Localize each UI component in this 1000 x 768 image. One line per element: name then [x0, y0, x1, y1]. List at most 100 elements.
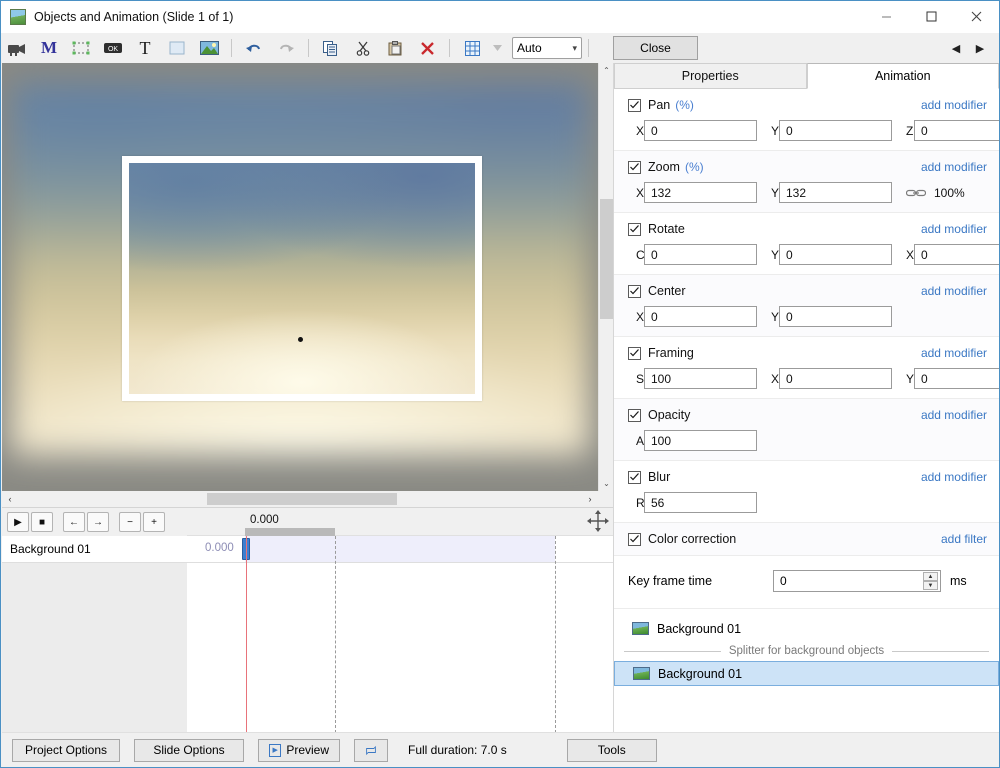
opacity-add-modifier-link[interactable]: add modifier: [921, 408, 987, 422]
opacity-a-input[interactable]: 100: [644, 430, 757, 451]
loop-button[interactable]: [354, 739, 388, 762]
undo-icon[interactable]: [239, 35, 269, 61]
zoom-in-button[interactable]: +: [143, 512, 165, 532]
scroll-left-icon[interactable]: ‹: [2, 494, 18, 504]
project-options-button[interactable]: Project Options: [12, 739, 120, 762]
zoom-y-input[interactable]: 132: [779, 182, 892, 203]
rotate-checkbox[interactable]: [628, 223, 641, 236]
canvas-vertical-scrollbar[interactable]: ⌃ ⌄: [598, 63, 613, 491]
scroll-up-icon[interactable]: ⌃: [599, 63, 614, 78]
zoom-out-button[interactable]: −: [119, 512, 141, 532]
ruler-segment: [245, 528, 335, 536]
timeline-body[interactable]: [187, 563, 613, 733]
rotate-y-input[interactable]: 0: [779, 244, 892, 265]
rotate-c-label: C: [628, 248, 644, 262]
grid-icon[interactable]: [457, 35, 487, 61]
list-item-background-01-selected[interactable]: Background 01: [614, 661, 999, 686]
property-row-center: Center add modifier X 0 Y 0: [614, 275, 999, 337]
color-correction-checkbox[interactable]: [628, 533, 641, 546]
blur-add-modifier-link[interactable]: add modifier: [921, 470, 987, 484]
timeline-keyframe-lane[interactable]: 0.000: [187, 536, 613, 563]
pan-add-modifier-link[interactable]: add modifier: [921, 98, 987, 112]
zoom-x-input[interactable]: 132: [644, 182, 757, 203]
timeline-playhead[interactable]: [246, 536, 247, 733]
close-window-button[interactable]: [954, 1, 999, 32]
preview-button[interactable]: ▶ Preview: [258, 739, 340, 762]
pan-checkbox[interactable]: [628, 99, 641, 112]
slide-canvas[interactable]: [2, 63, 598, 491]
text-object-icon[interactable]: T: [130, 35, 160, 61]
key-frame-time-input[interactable]: 0 ▲ ▼: [773, 570, 941, 592]
prev-keyframe-button[interactable]: ←: [63, 512, 85, 532]
center-y-input[interactable]: 0: [779, 306, 892, 327]
timeline-clip[interactable]: [245, 536, 555, 562]
tab-properties[interactable]: Properties: [614, 63, 807, 89]
rectangle-object-icon[interactable]: [162, 35, 192, 61]
image-object-icon[interactable]: [194, 35, 224, 61]
minimize-button[interactable]: [864, 1, 909, 32]
timeline-ruler[interactable]: 0.000: [187, 508, 613, 536]
rotate-add-modifier-link[interactable]: add modifier: [921, 222, 987, 236]
scroll-down-icon[interactable]: ⌄: [599, 476, 614, 491]
video-camera-icon[interactable]: [2, 35, 32, 61]
tools-button[interactable]: Tools: [567, 739, 657, 762]
slide-options-button[interactable]: Slide Options: [134, 739, 244, 762]
framing-s-input[interactable]: 100: [644, 368, 757, 389]
zoom-percent-label: 100%: [934, 186, 965, 200]
foreground-image-object[interactable]: [122, 156, 482, 401]
pan-y-input[interactable]: 0: [779, 120, 892, 141]
framing-y-input[interactable]: 0: [914, 368, 1000, 389]
stepper-down-icon[interactable]: ▼: [923, 581, 938, 590]
stepper-up-icon[interactable]: ▲: [923, 572, 938, 581]
pan-y-label: Y: [763, 124, 779, 138]
zoom-add-modifier-link[interactable]: add modifier: [921, 160, 987, 174]
key-frame-time-stepper[interactable]: ▲ ▼: [923, 572, 938, 590]
rotate-x-input[interactable]: 0: [914, 244, 1000, 265]
play-button[interactable]: ▶: [7, 512, 29, 532]
color-correction-label: Color correction: [648, 532, 736, 546]
tab-animation[interactable]: Animation: [807, 63, 1000, 89]
pan-x-input[interactable]: 0: [644, 120, 757, 141]
framing-add-modifier-link[interactable]: add modifier: [921, 346, 987, 360]
framing-checkbox[interactable]: [628, 347, 641, 360]
blur-r-input[interactable]: 56: [644, 492, 757, 513]
color-correction-add-filter-link[interactable]: add filter: [941, 532, 987, 546]
maximize-button[interactable]: [909, 1, 954, 32]
prev-slide-icon[interactable]: ◀: [949, 42, 963, 55]
list-item-background-01-top[interactable]: Background 01: [614, 616, 999, 641]
close-button[interactable]: Close: [613, 36, 698, 60]
selection-rect-icon[interactable]: [66, 35, 96, 61]
button-object-icon[interactable]: OK: [98, 35, 128, 61]
blur-checkbox[interactable]: [628, 471, 641, 484]
opacity-checkbox[interactable]: [628, 409, 641, 422]
zoom-checkbox[interactable]: [628, 161, 641, 174]
paste-icon[interactable]: [380, 35, 410, 61]
pan-z-input[interactable]: 0: [914, 120, 1000, 141]
center-add-modifier-link[interactable]: add modifier: [921, 284, 987, 298]
center-checkbox[interactable]: [628, 285, 641, 298]
rotate-c-input[interactable]: 0: [644, 244, 757, 265]
copy-icon[interactable]: [316, 35, 346, 61]
scroll-right-icon[interactable]: ›: [582, 494, 598, 504]
cut-icon[interactable]: [348, 35, 378, 61]
pan-move-icon[interactable]: [586, 509, 610, 533]
canvas-horizontal-scrollbar[interactable]: ‹ ›: [2, 491, 598, 507]
timeline-area: ▶ ■ ← → − + Background 01 0.000 0.000: [2, 507, 613, 732]
aspect-link-icon[interactable]: [906, 188, 926, 198]
object-center-point[interactable]: [298, 337, 303, 342]
redo-icon[interactable]: [271, 35, 301, 61]
next-keyframe-button[interactable]: →: [87, 512, 109, 532]
delete-icon[interactable]: [412, 35, 442, 61]
center-x-input[interactable]: 0: [644, 306, 757, 327]
hscroll-thumb[interactable]: [207, 493, 397, 505]
vscroll-thumb[interactable]: [600, 199, 613, 319]
framing-label: Framing: [648, 346, 694, 360]
stop-button[interactable]: ■: [31, 512, 53, 532]
pan-label: Pan: [648, 98, 670, 112]
zoom-level-select[interactable]: Auto ▾: [512, 37, 582, 59]
timeline-controls: ▶ ■ ← → − +: [2, 508, 187, 536]
grid-dropdown-icon[interactable]: [489, 35, 505, 61]
framing-x-input[interactable]: 0: [779, 368, 892, 389]
next-slide-icon[interactable]: ▶: [973, 42, 987, 55]
mask-icon[interactable]: M: [34, 35, 64, 61]
